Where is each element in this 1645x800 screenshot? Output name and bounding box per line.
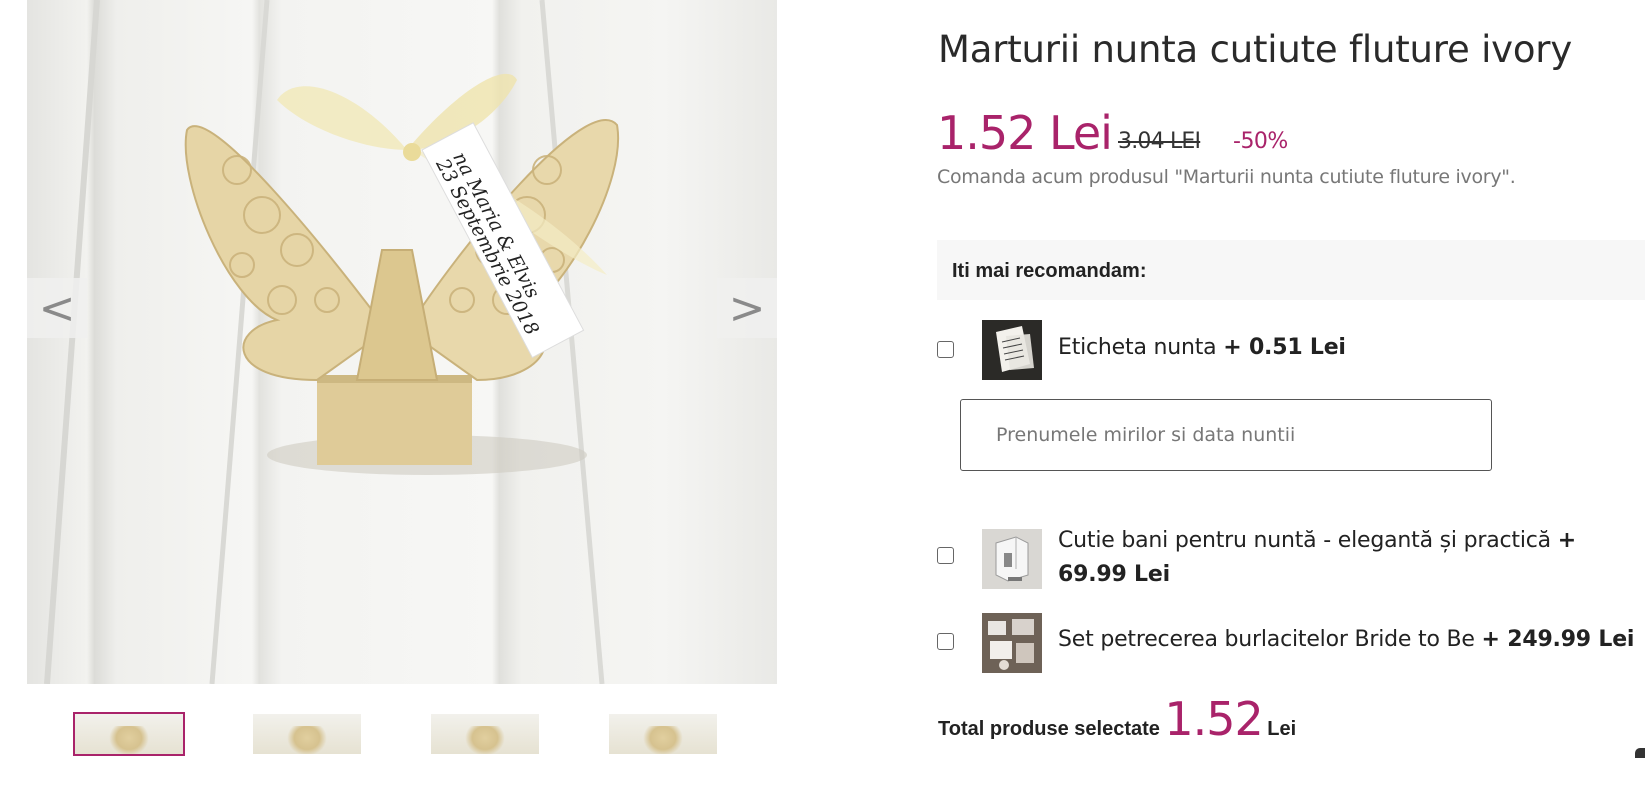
old-price: 3.04 LEI [1118, 129, 1201, 154]
recommendation-checkbox[interactable] [937, 547, 954, 564]
total-label: Total produse selectate [938, 718, 1160, 740]
recommendation-name: Cutie bani pentru nuntă - elegantă și pr… [1058, 528, 1551, 553]
couple-names-input[interactable] [960, 399, 1492, 471]
gallery-prev-button[interactable]: < [27, 278, 87, 338]
recommendation-item: Set petrecerea burlacitelor Bride to Be … [937, 613, 1645, 673]
recommendation-name: Set petrecerea burlacitelor Bride to Be [1058, 627, 1475, 652]
recommendation-item: Eticheta nunta + 0.51 Lei [937, 320, 1645, 380]
gallery-thumbnail[interactable] [253, 714, 361, 754]
total-currency: Lei [1267, 718, 1297, 740]
money-box-thumbnail [982, 529, 1042, 589]
selected-total: Total produse selectate 1.52 Lei [938, 692, 1296, 746]
recommendation-item: Cutie bani pentru nuntă - elegantă și pr… [937, 524, 1645, 594]
recommendation-price: + 249.99 Lei [1481, 627, 1635, 652]
party-set-thumbnail [982, 613, 1042, 673]
chevron-left-icon: < [38, 282, 76, 334]
gallery-thumbnail[interactable] [73, 712, 185, 756]
chevron-right-icon: > [728, 282, 766, 334]
product-title: Marturii nunta cutiute fluture ivory [938, 28, 1573, 71]
recommendation-name: Eticheta nunta [1058, 335, 1217, 360]
recommendations-header: Iti mai recomandam: [937, 240, 1645, 300]
current-price: 1.52 Lei [937, 106, 1113, 160]
recommendation-price: + 0.51 Lei [1223, 335, 1346, 360]
label-product-thumbnail [982, 320, 1042, 380]
gallery-thumbnails [73, 712, 735, 756]
discount-badge: -50% [1233, 129, 1288, 154]
gallery-thumbnail[interactable] [609, 714, 717, 754]
butterfly-box-illustration: na Maria & Elvis 23 Septembrie 2018 [44, 0, 620, 684]
recommendations-title: Iti mai recomandam: [952, 260, 1147, 282]
chat-widget-edge[interactable] [1635, 748, 1645, 758]
total-value: 1.52 [1164, 692, 1263, 746]
recommendation-checkbox[interactable] [937, 341, 954, 358]
gallery-thumbnail[interactable] [431, 714, 539, 754]
gallery-next-button[interactable]: > [717, 278, 777, 338]
product-main-image[interactable]: na Maria & Elvis 23 Septembrie 2018 [27, 0, 777, 684]
order-note: Comanda acum produsul "Marturii nunta cu… [937, 166, 1516, 188]
recommendation-checkbox[interactable] [937, 633, 954, 650]
